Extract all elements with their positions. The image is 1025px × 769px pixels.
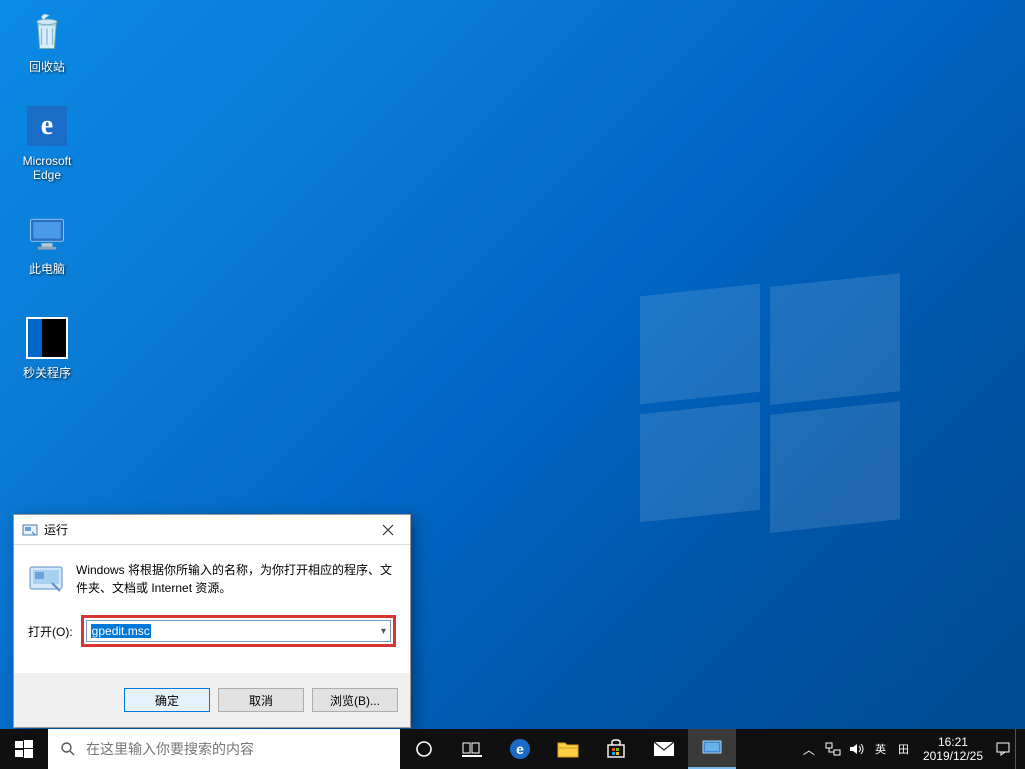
windows-logo-wallpaper [640,280,900,520]
run-window-icon [22,522,38,538]
running-app-icon [701,739,723,757]
run-dialog-icon [28,561,64,597]
date-text: 2019/12/25 [923,749,983,763]
run-input-value: gpedit.msc [91,624,151,638]
task-view-button[interactable] [448,729,496,769]
search-placeholder: 在这里输入你要搜索的内容 [86,739,254,759]
cortana-button[interactable] [400,729,448,769]
tray-overflow-button[interactable]: ︿ [797,729,821,769]
windows-icon [15,740,33,758]
mail-button[interactable] [640,729,688,769]
show-desktop-button[interactable] [1015,729,1021,769]
run-input-combo[interactable]: gpedit.msc ▾ [86,620,391,642]
chevron-down-icon[interactable]: ▾ [381,626,386,637]
app-label: 秒关程序 [10,366,84,380]
store-button[interactable] [592,729,640,769]
this-pc-icon[interactable]: 此电脑 [10,210,84,276]
recycle-bin-icon[interactable]: 回收站 [10,8,84,74]
network-icon [825,742,841,756]
highlight-box: gpedit.msc ▾ [81,615,396,647]
running-app-button[interactable] [688,729,736,769]
this-pc-label: 此电脑 [10,262,84,276]
task-view-icon [462,741,482,757]
network-button[interactable] [821,729,845,769]
open-label: 打开(O): [28,623,73,640]
edge-browser-icon[interactable]: e Microsoft Edge [10,102,84,183]
run-description: Windows 将根据你所输入的名称，为你打开相应的程序、文件夹、文档或 Int… [76,561,396,597]
computer-icon [23,210,71,258]
notification-icon [995,741,1011,757]
recycle-bin-label: 回收站 [10,60,84,74]
app-shortcut-icon[interactable]: 秒关程序 [10,314,84,380]
cancel-button[interactable]: 取消 [218,688,304,712]
mail-icon [653,741,675,757]
start-button[interactable] [0,729,48,769]
search-icon [60,741,76,757]
edge-icon: e [23,102,71,150]
search-box[interactable]: 在这里输入你要搜索的内容 [48,729,400,769]
chevron-up-icon: ︿ [803,741,815,758]
store-icon [606,739,626,759]
close-icon [382,524,394,536]
run-title-text: 运行 [44,521,368,538]
run-titlebar[interactable]: 运行 [14,515,410,545]
time-text: 16:21 [923,735,983,749]
trash-icon [23,8,71,56]
svg-text:e: e [516,741,524,757]
system-tray: ︿ 英 田 16:21 2019/12/25 [797,729,1025,769]
speaker-icon [849,742,865,756]
browse-button[interactable]: 浏览(B)... [312,688,398,712]
close-button[interactable] [368,516,408,544]
taskbar: 在这里输入你要搜索的内容 e ︿ 英 田 16:21 2019/12/25 [0,729,1025,769]
ime-mode-button[interactable]: 田 [892,729,915,769]
action-center-button[interactable] [991,729,1015,769]
ok-button[interactable]: 确定 [124,688,210,712]
folder-icon [557,740,579,758]
app-icon [23,314,71,362]
clock-button[interactable]: 16:21 2019/12/25 [915,735,991,764]
edge-icon: e [509,738,531,760]
taskbar-edge-button[interactable]: e [496,729,544,769]
file-explorer-button[interactable] [544,729,592,769]
circle-icon [415,740,433,758]
edge-label: Microsoft Edge [10,154,84,183]
run-dialog: 运行 Windows 将根据你所输入的名称，为你打开相应的程序、文件夹、文档或 … [13,514,411,728]
ime-lang-button[interactable]: 英 [869,729,892,769]
volume-button[interactable] [845,729,869,769]
